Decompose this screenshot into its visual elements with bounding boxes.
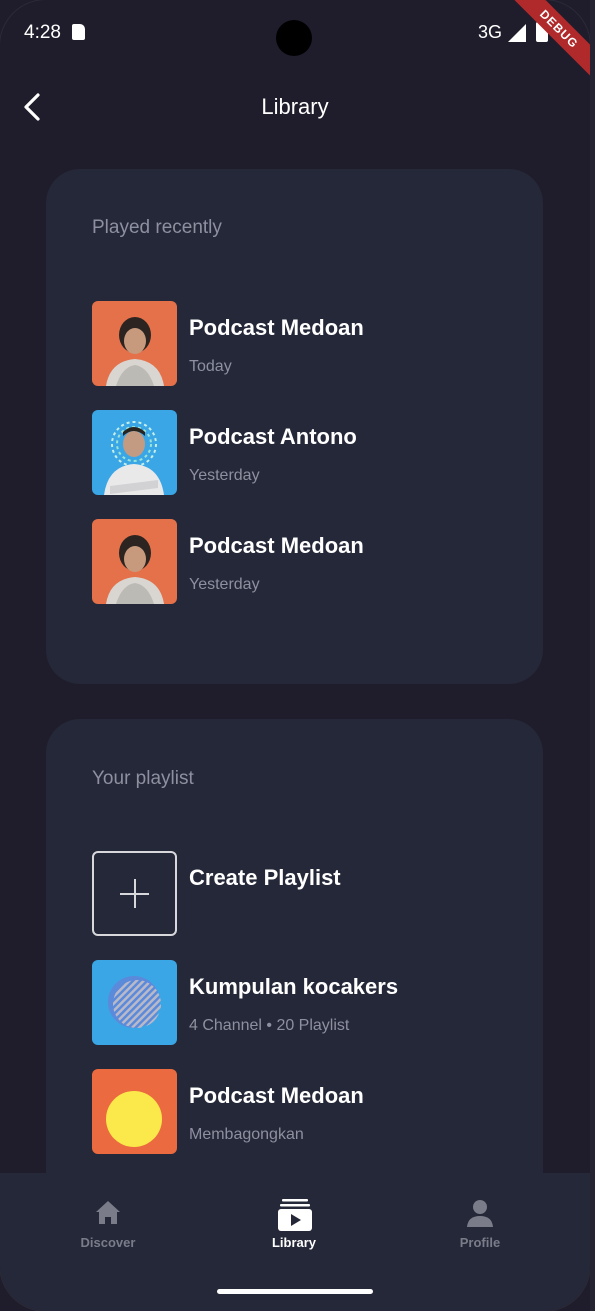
camera-cutout: [276, 20, 312, 56]
sd-card-icon: [72, 24, 85, 40]
nav-label: Discover: [80, 1235, 136, 1250]
status-time: 4:28: [24, 22, 61, 43]
person-photo-icon: [104, 421, 164, 495]
playlist-thumbnail: [92, 1069, 177, 1154]
home-indicator[interactable]: [217, 1289, 373, 1294]
phone-screen: 4:28 3G DEBUG Library Played recently Po…: [0, 0, 590, 1311]
podcast-thumbnail: [92, 301, 177, 386]
playlist-item[interactable]: Podcast Medoan Membagongkan: [92, 1069, 512, 1155]
podcast-name: Podcast Antono: [189, 424, 357, 449]
recent-item[interactable]: Podcast Medoan Yesterday: [92, 519, 512, 605]
playlist-meta: 4 Channel • 20 Playlist: [189, 1017, 350, 1034]
nav-library[interactable]: Library: [234, 1193, 354, 1253]
section-title: Played recently: [92, 217, 222, 238]
played-date: Today: [189, 358, 232, 375]
home-icon: [96, 1201, 120, 1224]
bottom-navigation: Discover Library Profile: [0, 1173, 590, 1311]
section-title: Your playlist: [92, 768, 194, 789]
playlist-thumbnail: [92, 960, 177, 1045]
network-type: 3G: [478, 22, 503, 42]
nav-label: Profile: [459, 1235, 501, 1250]
recent-item[interactable]: Podcast Medoan Today: [92, 301, 512, 387]
signal-icon: [508, 24, 526, 42]
nav-label: Library: [271, 1235, 317, 1250]
page-title: Library: [261, 94, 329, 119]
create-playlist-button[interactable]: Create Playlist: [92, 851, 512, 937]
playlist-name: Kumpulan kocakers: [189, 974, 399, 999]
played-recently-card: Played recently Podcast Medoan Today Pod…: [46, 169, 543, 684]
playlist-item[interactable]: Kumpulan kocakers 4 Channel • 20 Playlis…: [92, 960, 512, 1046]
playlist-name: Podcast Medoan: [189, 1083, 364, 1108]
person-photo-icon: [106, 317, 164, 386]
pattern-circle-icon: [108, 976, 161, 1028]
nav-discover[interactable]: Discover: [48, 1193, 168, 1253]
create-playlist-label: Create Playlist: [189, 865, 341, 890]
played-date: Yesterday: [189, 467, 260, 484]
podcast-name: Podcast Medoan: [189, 533, 364, 558]
podcast-thumbnail: [92, 519, 177, 604]
create-playlist-tile: [92, 851, 177, 936]
podcast-thumbnail: [92, 410, 177, 495]
app-bar: Library: [0, 72, 590, 142]
person-photo-icon: [106, 535, 164, 604]
played-date: Yesterday: [189, 576, 260, 593]
screen-edge: [590, 0, 595, 1311]
status-bar: 4:28 3G DEBUG: [0, 0, 590, 83]
nav-profile[interactable]: Profile: [420, 1193, 540, 1253]
library-icon: [278, 1199, 312, 1231]
your-playlist-card: Your playlist Create Playlist Kumpulan k…: [46, 719, 543, 1239]
person-icon: [467, 1200, 493, 1227]
recent-item[interactable]: Podcast Antono Yesterday: [92, 410, 512, 496]
playlist-meta: Membagongkan: [189, 1126, 304, 1143]
sun-circle-icon: [106, 1091, 162, 1147]
podcast-name: Podcast Medoan: [189, 315, 364, 340]
